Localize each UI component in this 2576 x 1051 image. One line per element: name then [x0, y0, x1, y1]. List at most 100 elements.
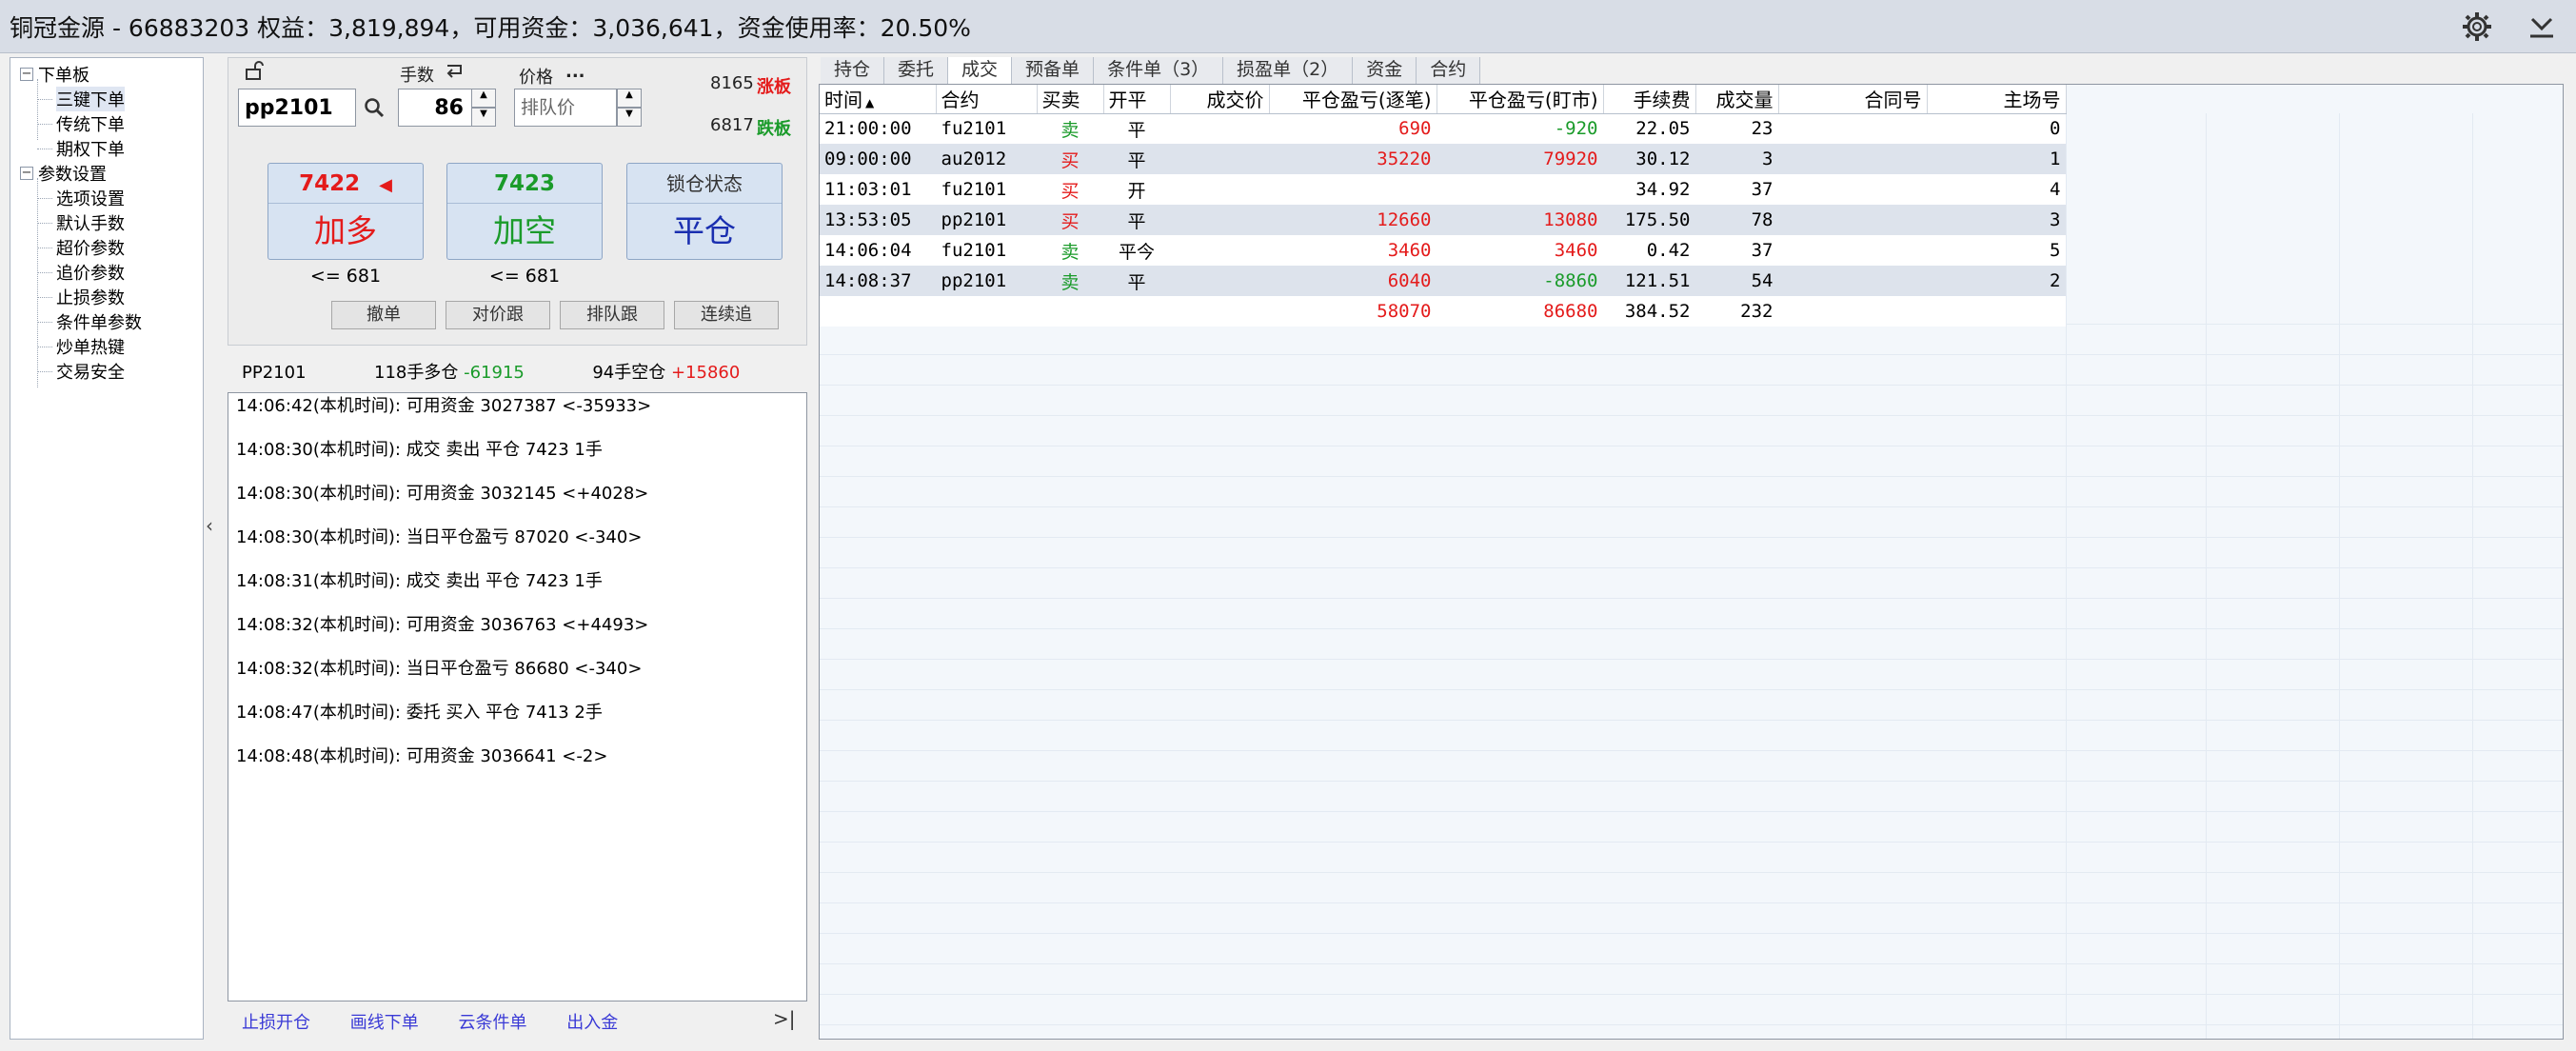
nav-tree: − 下单板 三键下单 传统下单 期权下单 − 参数设置 选项设置 默认手数 超价…: [10, 57, 204, 1040]
col-fee[interactable]: 手续费: [1603, 85, 1696, 114]
limit-up-value: 8165: [710, 73, 754, 93]
col-time[interactable]: 时间 ▲: [820, 85, 937, 114]
tree-item-stop-loss[interactable]: 止损参数: [10, 285, 203, 309]
price-down-icon[interactable]: ▼: [617, 108, 642, 127]
sell-short-button[interactable]: 7423 加空: [446, 163, 603, 260]
cell-seq: 1: [1927, 144, 2066, 174]
counter-price-follow-button[interactable]: 对价跟: [446, 301, 550, 329]
qty-input[interactable]: 86: [398, 89, 472, 127]
col-open-close[interactable]: 开平: [1103, 85, 1171, 114]
cell-price: [1170, 205, 1269, 235]
tree-item-option-order[interactable]: 期权下单: [10, 136, 203, 161]
table-row[interactable]: 11:03:01 fu2101 买开 34.92 37 4: [820, 174, 2066, 205]
tree-item-traditional-order[interactable]: 传统下单: [10, 111, 203, 136]
table-row[interactable]: 21:00:00 fu2101 卖平 690 -920 22.05 23 0: [820, 113, 2066, 144]
message-log[interactable]: 14:06:42(本机时间): 可用资金 3027387 <-35933> 14:…: [228, 392, 807, 1001]
table-row[interactable]: 13:53:05 pp2101 买平 12660 13080 175.50 78 3: [820, 205, 2066, 235]
cell-pnl-trade: 3460: [1269, 235, 1437, 266]
search-icon[interactable]: [363, 96, 386, 124]
tree-item-chase-price[interactable]: 追价参数: [10, 260, 203, 285]
bottom-links: 止损开仓 画线下单 云条件单 出入金: [242, 1009, 652, 1034]
cell-contract: au2012: [936, 144, 1037, 174]
table-row[interactable]: 14:08:37 pp2101 卖平 6040 -8860 121.51 54 2: [820, 266, 2066, 296]
log-message: 当日平仓盈亏 86680 <-340>: [406, 659, 643, 679]
log-message: 当日平仓盈亏 87020 <-340>: [406, 527, 643, 547]
price-label: 价格: [519, 68, 553, 88]
collapse-splitter-icon[interactable]: ‹: [206, 514, 219, 537]
line-order-link[interactable]: 画线下单: [350, 1013, 419, 1033]
queue-follow-button[interactable]: 排队跟: [560, 301, 664, 329]
tree-item-options[interactable]: 选项设置: [10, 186, 203, 210]
collapse-icon[interactable]: −: [20, 68, 33, 81]
table-row[interactable]: 09:00:00 au2012 买平 35220 79920 30.12 3 1: [820, 144, 2066, 174]
tree-item-security[interactable]: 交易安全: [10, 359, 203, 384]
col-side[interactable]: 买卖: [1037, 85, 1104, 114]
tree-item-three-key-order[interactable]: 三键下单: [10, 87, 203, 111]
tab-strip: 持仓 委托 成交 预备单 条件单（3） 损盈单（2） 资金 合约: [821, 57, 1481, 84]
price-up-icon[interactable]: ▲: [617, 89, 642, 108]
log-tag: (本机时间):: [312, 527, 406, 547]
total-price: [1170, 296, 1269, 327]
log-line: 14:08:47(本机时间): 委托 买入 平仓 7413 2手: [228, 700, 806, 744]
cell-time: 11:03:01: [820, 174, 936, 205]
col-price[interactable]: 成交价: [1170, 85, 1270, 114]
tree-item-overprice[interactable]: 超价参数: [10, 235, 203, 260]
gear-icon[interactable]: [2460, 10, 2494, 44]
stop-loss-open-link[interactable]: 止损开仓: [242, 1013, 310, 1033]
price-more-button[interactable]: ...: [565, 62, 585, 82]
log-line: 14:08:30(本机时间): 当日平仓盈亏 87020 <-340>: [228, 525, 806, 568]
col-seq[interactable]: 主场号: [1927, 85, 2067, 114]
unlock-icon[interactable]: [244, 60, 265, 86]
cell-pnl-mtm: -8860: [1437, 266, 1603, 296]
col-contract[interactable]: 合约: [936, 85, 1038, 114]
close-position-button[interactable]: 锁仓状态 平仓: [626, 163, 783, 260]
log-line: 14:08:48(本机时间): 可用资金 3036641 <-2>: [228, 744, 806, 787]
tab-positions[interactable]: 持仓: [821, 57, 885, 84]
buy-price: 7422 ◀: [268, 164, 423, 204]
deposit-withdraw-link[interactable]: 出入金: [566, 1013, 618, 1033]
continuous-chase-button[interactable]: 连续追: [674, 301, 779, 329]
tree-item-default-qty[interactable]: 默认手数: [10, 210, 203, 235]
col-volume[interactable]: 成交量: [1695, 85, 1779, 114]
cell-pnl-mtm: 3460: [1437, 235, 1603, 266]
log-time: 14:08:32: [236, 659, 313, 679]
cell-side: 卖: [1037, 235, 1103, 266]
cell-price: [1170, 174, 1269, 205]
qty-up-icon[interactable]: ▲: [471, 89, 496, 108]
tree-group-order-board[interactable]: − 下单板: [10, 62, 203, 87]
log-message: 可用资金 3036763 <+4493>: [406, 615, 649, 635]
reverse-icon[interactable]: [444, 60, 466, 86]
cell-time: 14:08:37: [820, 266, 936, 296]
cell-order-no: [1778, 235, 1927, 266]
tab-funds[interactable]: 资金: [1353, 57, 1417, 84]
tab-contracts[interactable]: 合约: [1417, 57, 1481, 84]
total-pnl-mtm: 86680: [1437, 296, 1603, 327]
col-pnl-trade[interactable]: 平仓盈亏(逐笔): [1269, 85, 1437, 114]
symbol-input[interactable]: pp2101: [238, 89, 356, 127]
cloud-conditional-link[interactable]: 云条件单: [458, 1013, 526, 1033]
tree-item-conditional[interactable]: 条件单参数: [10, 309, 203, 334]
tab-conditional[interactable]: 条件单（3）: [1094, 57, 1224, 84]
col-pnl-mtm[interactable]: 平仓盈亏(盯市): [1437, 85, 1604, 114]
col-order-no[interactable]: 合同号: [1778, 85, 1928, 114]
close-action-label: 平仓: [673, 212, 736, 249]
minimize-down-icon[interactable]: [2525, 10, 2559, 44]
tab-orders[interactable]: 委托: [884, 57, 949, 84]
total-pnl-trade: 58070: [1269, 296, 1437, 327]
tree-group-settings[interactable]: − 参数设置: [10, 161, 203, 186]
tree-item-hotkeys[interactable]: 炒单热键: [10, 334, 203, 359]
position-symbol: PP2101: [242, 363, 307, 383]
price-input[interactable]: 排队价: [514, 89, 617, 127]
tab-trades[interactable]: 成交: [948, 57, 1013, 84]
buy-available: <= 681: [309, 266, 382, 287]
tab-prepared[interactable]: 预备单: [1012, 57, 1095, 84]
cancel-order-button[interactable]: 撤单: [331, 301, 436, 329]
cell-oc: 开: [1103, 174, 1170, 205]
collapse-icon[interactable]: −: [20, 167, 33, 180]
table-row[interactable]: 14:06:04 fu2101 卖平今 3460 3460 0.42 37 5: [820, 235, 2066, 266]
expand-right-icon[interactable]: >|: [773, 1007, 796, 1030]
tree-item-label: 默认手数: [56, 214, 125, 234]
tab-stop-profit[interactable]: 损盈单（2）: [1223, 57, 1354, 84]
qty-down-icon[interactable]: ▼: [471, 108, 496, 127]
buy-long-button[interactable]: 7422 ◀ 加多: [268, 163, 424, 260]
